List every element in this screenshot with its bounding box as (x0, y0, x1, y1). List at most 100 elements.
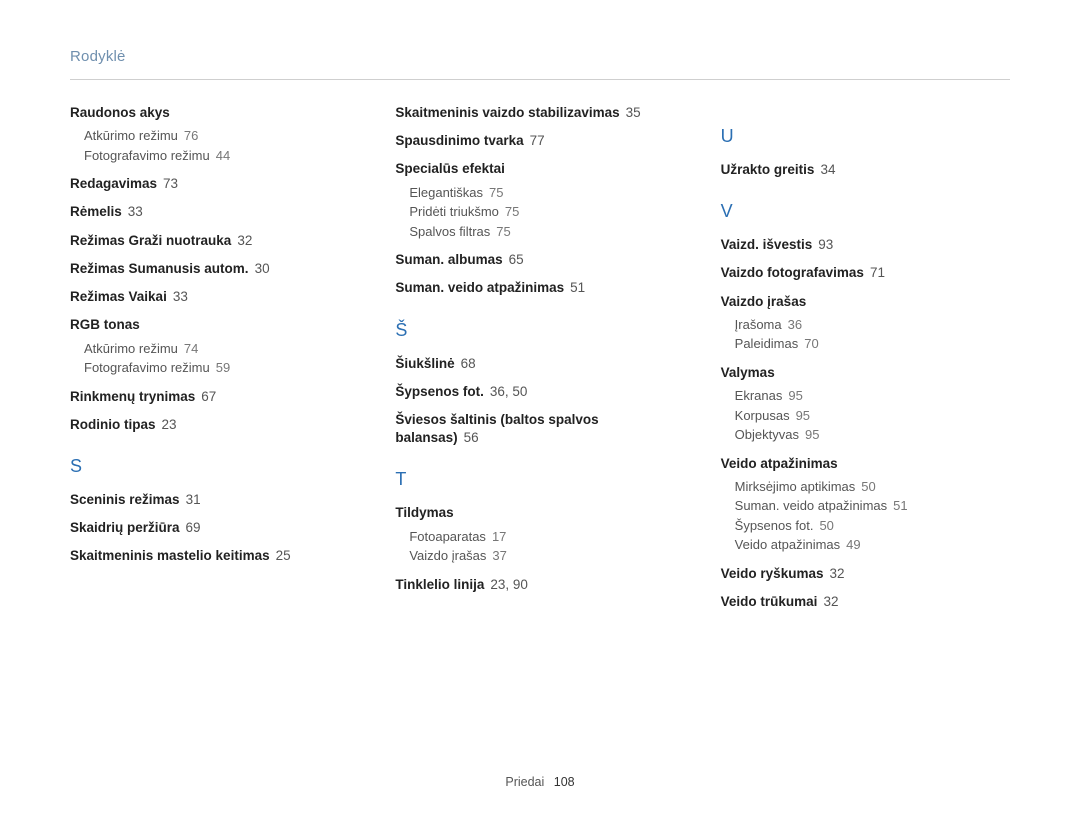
index-entry[interactable]: Veido ryškumas32 (721, 565, 1010, 583)
subentry-pages: 59 (216, 360, 230, 375)
index-subentry[interactable]: Atkūrimo režimu76 (84, 126, 359, 146)
subentry-pages: 49 (846, 537, 860, 552)
index-entry[interactable]: Vaizd. išvestis93 (721, 236, 1010, 254)
index-entry[interactable]: Veido atpažinimas Mirksėjimo aptikimas50S… (721, 455, 1010, 555)
index-entry[interactable]: Skaidrių peržiūra69 (70, 519, 359, 537)
index-entry[interactable]: Sceninis režimas31 (70, 491, 359, 509)
entry-text: Tildymas (395, 505, 453, 520)
subentry-pages: 50 (861, 479, 875, 494)
entry-pages: 25 (276, 548, 291, 563)
index-entry[interactable]: Redagavimas73 (70, 175, 359, 193)
index-entry[interactable]: Vaizdo įrašas Įrašoma36Paleidimas70 (721, 293, 1010, 354)
entry-pages: 77 (530, 133, 545, 148)
index-subentry[interactable]: Pridėti triukšmo75 (409, 202, 684, 222)
index-entry[interactable]: Raudonos akysAtkūrimo režimu76Fotografav… (70, 104, 359, 165)
index-entry[interactable]: Rinkmenų trynimas 67 (70, 388, 359, 406)
index-subentry[interactable]: Fotoaparatas17 (409, 527, 684, 547)
index-entry[interactable]: Šypsenos fot.36, 50 (395, 383, 684, 401)
entry-pages: 31 (186, 492, 201, 507)
index-entry[interactable]: Suman. veido atpažinimas51 (395, 279, 684, 297)
index-entry[interactable]: RGB tonas Atkūrimo režimu74Fotografavimo … (70, 316, 359, 377)
index-entry-label: Šiukšlinė68 (395, 355, 684, 373)
section-letter: S (70, 456, 359, 477)
entry-text: Raudonos akys (70, 105, 170, 120)
entry-text: Vaizdo įrašas (721, 294, 807, 309)
index-subentry[interactable]: Šypsenos fot.50 (735, 516, 1010, 536)
page-footer: Priedai 108 (0, 775, 1080, 789)
index-subentry[interactable]: Fotografavimo režimu44 (84, 146, 359, 166)
index-entry-label: Rodinio tipas23 (70, 416, 359, 434)
entry-text: Rėmelis (70, 204, 122, 219)
subentry-text: Elegantiškas (409, 185, 483, 200)
section-letter: U (721, 126, 1010, 147)
footer-page-number: 108 (554, 775, 575, 789)
subentry-text: Ekranas (735, 388, 783, 403)
entry-text: Valymas (721, 365, 775, 380)
index-subentry[interactable]: Atkūrimo režimu74 (84, 339, 359, 359)
entry-text: Užrakto greitis (721, 162, 815, 177)
index-entry-label: Veido atpažinimas (721, 455, 1010, 473)
section-letter: V (721, 201, 1010, 222)
subentry-text: Fotografavimo režimu (84, 148, 210, 163)
subentry-text: Korpusas (735, 408, 790, 423)
subentry-pages: 75 (489, 185, 503, 200)
entry-text: Spausdinimo tvarka (395, 133, 523, 148)
index-entry[interactable]: Rodinio tipas23 (70, 416, 359, 434)
entry-text: Režimas Sumanusis autom. (70, 261, 249, 276)
index-subentry[interactable]: Veido atpažinimas49 (735, 535, 1010, 555)
index-entry[interactable]: Tinklelio linija23, 90 (395, 576, 684, 594)
index-entry[interactable]: ValymasEkranas95Korpusas95Objektyvas95 (721, 364, 1010, 445)
index-entry[interactable]: Užrakto greitis34 (721, 161, 1010, 179)
index-entry[interactable]: Režimas Graži nuotrauka 32 (70, 232, 359, 250)
index-entry[interactable]: Vaizdo fotografavimas71 (721, 264, 1010, 282)
index-sublist: Mirksėjimo aptikimas50Suman. veido atpaž… (735, 477, 1010, 555)
subentry-pages: 51 (893, 498, 907, 513)
index-entry[interactable]: Rėmelis 33 (70, 203, 359, 221)
index-entry[interactable]: Tildymas Fotoaparatas17Vaizdo įrašas37 (395, 504, 684, 565)
index-entry[interactable]: Režimas Sumanusis autom. 30 (70, 260, 359, 278)
subentry-text: Pridėti triukšmo (409, 204, 499, 219)
index-subentry[interactable]: Spalvos filtras75 (409, 222, 684, 242)
index-subentry[interactable]: Įrašoma36 (735, 315, 1010, 335)
subentry-text: Atkūrimo režimu (84, 341, 178, 356)
subentry-pages: 17 (492, 529, 506, 544)
entry-pages: 69 (186, 520, 201, 535)
index-subentry[interactable]: Mirksėjimo aptikimas50 (735, 477, 1010, 497)
index-entry[interactable]: Šiukšlinė68 (395, 355, 684, 373)
entry-pages: 30 (255, 261, 270, 276)
subentry-pages: 95 (805, 427, 819, 442)
index-entry[interactable]: Šviesos šaltinis (baltos spalvos balansa… (395, 411, 684, 447)
index-subentry[interactable]: Vaizdo įrašas37 (409, 546, 684, 566)
index-sublist: Ekranas95Korpusas95Objektyvas95 (735, 386, 1010, 445)
index-entry[interactable]: Skaitmeninis vaizdo stabilizavimas35 (395, 104, 684, 122)
entry-text: Režimas Graži nuotrauka (70, 233, 231, 248)
index-entry[interactable]: Suman. albumas65 (395, 251, 684, 269)
entry-text: Skaitmeninis vaizdo stabilizavimas (395, 105, 619, 120)
entry-pages: 73 (163, 176, 178, 191)
subentry-text: Vaizdo įrašas (409, 548, 486, 563)
index-subentry[interactable]: Objektyvas95 (735, 425, 1010, 445)
index-entry[interactable]: Režimas Vaikai33 (70, 288, 359, 306)
index-entry-label: Specialūs efektai (395, 160, 684, 178)
index-subentry[interactable]: Elegantiškas 75 (409, 183, 684, 203)
index-subentry[interactable]: Paleidimas70 (735, 334, 1010, 354)
index-entry-label: Šviesos šaltinis (baltos spalvos balansa… (395, 411, 684, 447)
index-entry[interactable]: Skaitmeninis mastelio keitimas25 (70, 547, 359, 565)
index-entry[interactable]: Veido trūkumai32 (721, 593, 1010, 611)
entry-pages: 33 (128, 204, 143, 219)
index-subentry[interactable]: Ekranas95 (735, 386, 1010, 406)
index-subentry[interactable]: Suman. veido atpažinimas51 (735, 496, 1010, 516)
index-subentry[interactable]: Fotografavimo režimu59 (84, 358, 359, 378)
index-entry-label: Režimas Graži nuotrauka 32 (70, 232, 359, 250)
index-entry[interactable]: Spausdinimo tvarka 77 (395, 132, 684, 150)
entry-pages: 67 (201, 389, 216, 404)
index-entry-label: Sceninis režimas31 (70, 491, 359, 509)
index-subentry[interactable]: Korpusas95 (735, 406, 1010, 426)
index-entry[interactable]: Specialūs efektai Elegantiškas 75 Pridėti t… (395, 160, 684, 241)
subentry-pages: 75 (496, 224, 510, 239)
entry-text: Rinkmenų trynimas (70, 389, 195, 404)
entry-pages: 32 (237, 233, 252, 248)
subentry-text: Šypsenos fot. (735, 518, 814, 533)
entry-text: RGB tonas (70, 317, 140, 332)
entry-pages: 32 (823, 594, 838, 609)
